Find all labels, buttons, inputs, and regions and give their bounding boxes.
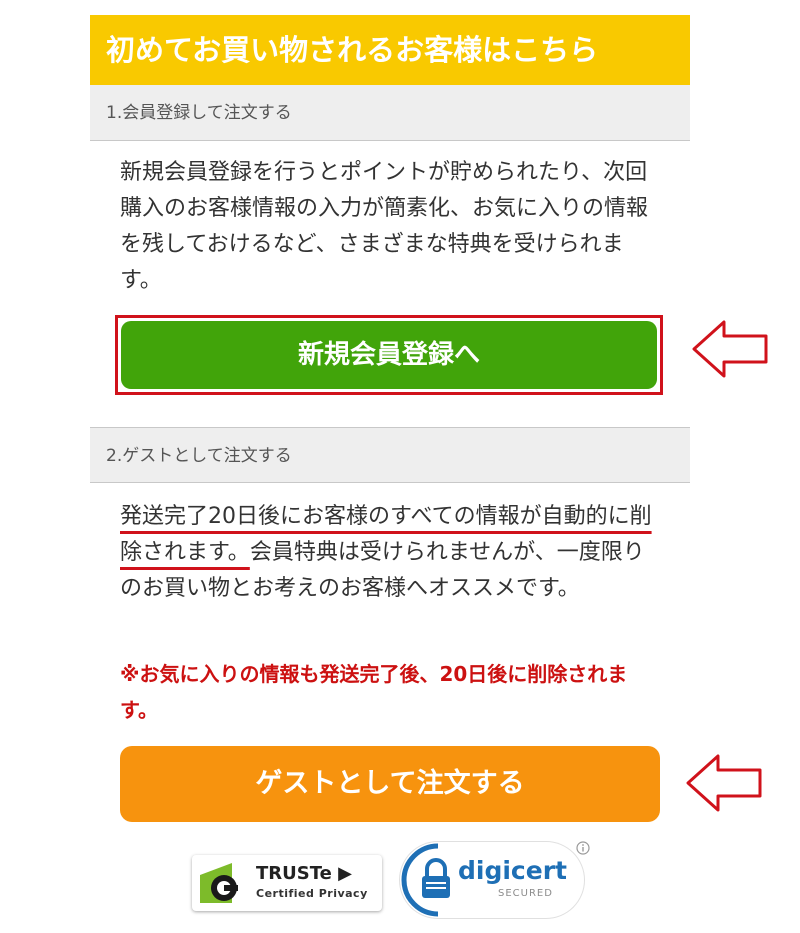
member-section-description: 新規会員登録を行うとポイントが貯められたり、次回購入のお客様情報の入力が簡素化、… bbox=[120, 160, 649, 293]
digicert-secured-badge[interactable]: digicert SECURED bbox=[400, 842, 584, 918]
guest-section-description: 発送完了20日後にお客様のすべての情報が自動的に削除されます。会員特典は受けられ… bbox=[120, 499, 660, 607]
digicert-name: digicert bbox=[458, 856, 567, 885]
digicert-subtitle: SECURED bbox=[498, 888, 553, 899]
register-button[interactable]: 新規会員登録へ bbox=[121, 321, 657, 389]
left-arrow-icon bbox=[692, 320, 768, 378]
truste-certified-privacy-badge[interactable]: TRUSTe ▶ Certified Privacy bbox=[192, 855, 382, 911]
first-time-customer-panel: 初めてお買い物されるお客様はこちら 1.会員登録して注文する 新規会員登録を行う… bbox=[90, 15, 690, 933]
truste-name: TRUSTe ▶ bbox=[256, 863, 352, 884]
page-title: 初めてお買い物されるお客様はこちら bbox=[90, 15, 690, 85]
play-triangle-icon: ▶ bbox=[338, 863, 352, 884]
guest-checkout-button[interactable]: ゲストとして注文する bbox=[120, 746, 660, 822]
guest-section-heading: 2.ゲストとして注文する bbox=[90, 427, 690, 483]
left-arrow-icon bbox=[686, 754, 762, 812]
info-icon[interactable] bbox=[576, 841, 590, 855]
member-section-heading: 1.会員登録して注文する bbox=[90, 85, 690, 141]
truste-seal-icon bbox=[200, 863, 238, 903]
truste-subtitle: Certified Privacy bbox=[256, 887, 368, 900]
favorites-deletion-notice: ※お気に入りの情報も発送完了後、20日後に削除されます。 bbox=[120, 662, 628, 722]
